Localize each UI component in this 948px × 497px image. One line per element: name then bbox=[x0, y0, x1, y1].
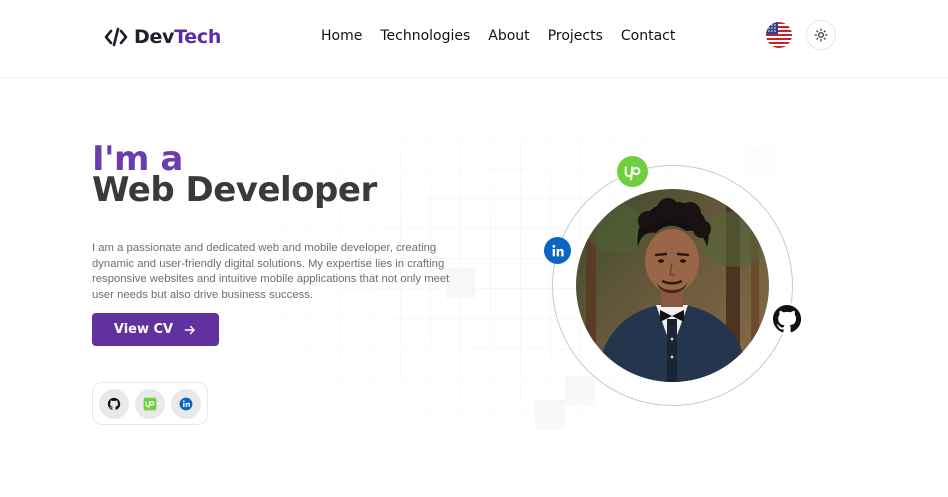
code-icon bbox=[104, 27, 128, 47]
main-nav: Home Technologies About Projects Contact bbox=[321, 28, 693, 44]
nav-technologies[interactable]: Technologies bbox=[380, 28, 470, 44]
github-icon bbox=[107, 397, 121, 410]
social-links bbox=[92, 382, 208, 425]
linkedin-icon bbox=[179, 397, 193, 410]
language-switcher[interactable] bbox=[766, 22, 792, 48]
linkedin-icon bbox=[551, 244, 564, 256]
upwork-link[interactable] bbox=[135, 388, 165, 419]
logo[interactable]: DevTech bbox=[104, 24, 221, 50]
github-link[interactable] bbox=[99, 388, 129, 419]
site-header: DevTech Home Technologies About Projects… bbox=[0, 0, 948, 78]
hero-role: Web Developer bbox=[92, 170, 377, 210]
us-flag-icon bbox=[766, 22, 792, 48]
nav-projects[interactable]: Projects bbox=[548, 28, 603, 44]
upwork-icon bbox=[624, 165, 640, 180]
theme-toggle-button[interactable] bbox=[806, 20, 836, 50]
github-icon bbox=[773, 305, 802, 333]
nav-contact[interactable]: Contact bbox=[621, 28, 675, 44]
nav-home[interactable]: Home bbox=[321, 28, 362, 44]
linkedin-link[interactable] bbox=[171, 388, 201, 419]
upwork-icon bbox=[143, 397, 157, 410]
hero-description: I am a passionate and dedicated web and … bbox=[92, 242, 450, 301]
arrow-right-icon bbox=[184, 325, 195, 334]
hero-heading: I'm a Web Developer bbox=[92, 142, 377, 207]
nav-about[interactable]: About bbox=[488, 28, 529, 44]
view-cv-label: View CV bbox=[113, 322, 174, 337]
linkedin-orbit-link[interactable] bbox=[544, 237, 571, 264]
profile-photo bbox=[576, 189, 769, 382]
developer-portrait bbox=[576, 189, 769, 382]
view-cv-button[interactable]: View CV bbox=[92, 313, 219, 346]
sun-icon bbox=[814, 28, 828, 42]
upwork-orbit-link[interactable] bbox=[617, 156, 648, 187]
github-orbit-link[interactable] bbox=[771, 303, 803, 335]
logo-text: DevTech bbox=[134, 26, 222, 48]
